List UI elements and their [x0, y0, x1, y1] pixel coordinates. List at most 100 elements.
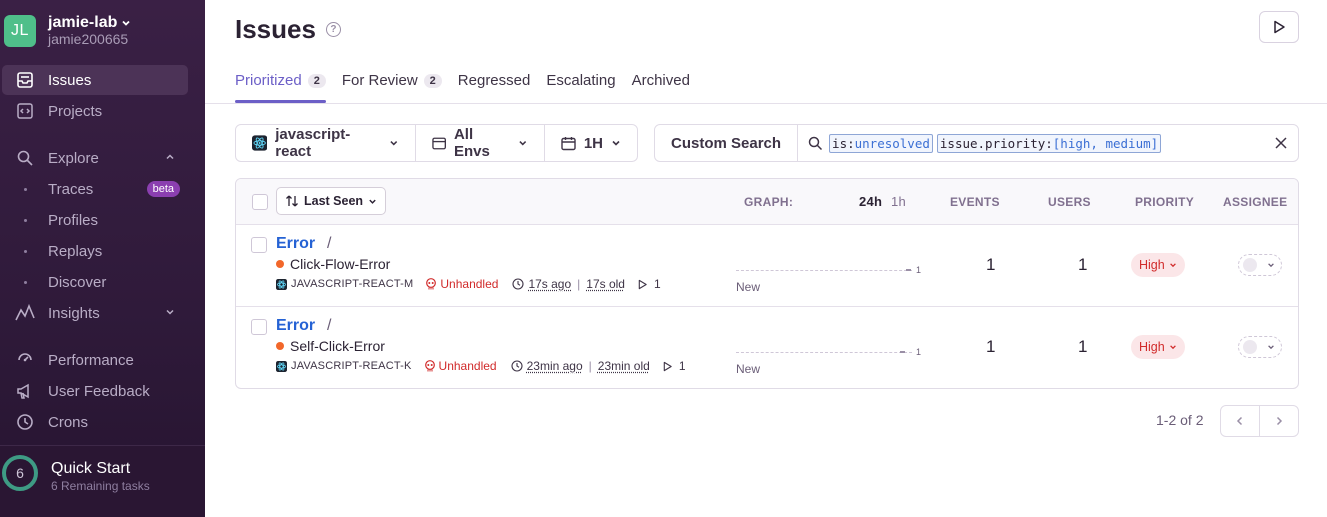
users-count[interactable]: 1: [1078, 337, 1087, 357]
unhandled-label: Unhandled: [440, 277, 499, 291]
issue-title-slash: /: [327, 235, 332, 252]
sidebar-item-profiles[interactable]: Profiles: [2, 205, 188, 235]
assignee-header: ASSIGNEE: [1223, 195, 1288, 209]
sort-dropdown[interactable]: Last Seen: [276, 187, 387, 215]
priority-label: High: [1139, 258, 1165, 272]
level-dot: [276, 342, 284, 350]
priority-dropdown[interactable]: High: [1131, 253, 1185, 277]
graph-1h-toggle[interactable]: 1h: [891, 194, 906, 209]
tab-prioritized[interactable]: Prioritized 2: [235, 72, 326, 103]
project-filter[interactable]: javascript-react: [236, 125, 416, 161]
chevron-right-icon: [1276, 416, 1283, 426]
issue-times: 23min ago | 23min old: [511, 359, 650, 373]
window-icon: [431, 137, 446, 149]
chevron-down-icon: [166, 309, 174, 315]
sidebar-item-traces[interactable]: Traces beta: [2, 174, 188, 204]
tab-for-review[interactable]: For Review 2: [342, 72, 442, 103]
next-page-button[interactable]: [1260, 406, 1298, 436]
chevron-down-icon: [612, 140, 620, 146]
replay-count-value: 1: [678, 359, 686, 373]
environment-filter[interactable]: All Envs: [416, 125, 545, 161]
issue-short-id[interactable]: JAVASCRIPT-REACT-M: [291, 278, 413, 290]
sidebar-item-issues[interactable]: Issues: [2, 65, 188, 95]
token-key: issue.priority:: [939, 135, 1053, 151]
issue-title-link[interactable]: Error: [276, 317, 315, 335]
sidebar-item-label: Traces: [48, 180, 94, 198]
issue-tabs: Prioritized 2 For Review 2 Regressed Esc…: [235, 72, 690, 103]
chart-line-icon: [2, 304, 48, 322]
sidebar-item-label: User Feedback: [48, 382, 150, 400]
previous-page-button[interactable]: [1221, 406, 1260, 436]
unhandled-badge: Unhandled: [424, 359, 497, 373]
issue-title-link[interactable]: Error: [276, 235, 315, 253]
row-checkbox[interactable]: [251, 319, 267, 335]
beta-badge: beta: [146, 181, 180, 197]
sidebar-item-replays[interactable]: Replays: [2, 236, 188, 266]
help-icon[interactable]: ?: [325, 22, 341, 37]
sidebar-item-label: Performance: [48, 351, 134, 369]
token-value: [high, medium]: [1052, 135, 1159, 151]
sidebar-item-label: Discover: [48, 273, 107, 291]
clock-icon: [512, 278, 524, 290]
sidebar-item-discover[interactable]: Discover: [2, 267, 188, 297]
org-switcher[interactable]: JL jamie-lab jamie200665: [4, 14, 131, 48]
tab-label: Escalating: [546, 72, 616, 89]
close-icon[interactable]: [1274, 136, 1288, 150]
chevron-down-icon: [1169, 263, 1176, 268]
sidebar-item-performance[interactable]: Performance: [2, 345, 188, 375]
issue-meta: JAVASCRIPT-REACT-K Unhandled 23min ago | 2…: [276, 359, 686, 373]
sort-icon: [286, 195, 298, 207]
lightning-icon: [2, 351, 48, 369]
token-key: is:: [832, 135, 855, 151]
level-dot: [276, 260, 284, 268]
org-username: jamie200665: [48, 31, 129, 47]
chevron-down-icon: [122, 20, 130, 26]
tab-regressed[interactable]: Regressed: [458, 72, 531, 103]
play-button[interactable]: [1259, 11, 1299, 43]
skull-icon: [424, 360, 435, 372]
priority-dropdown[interactable]: High: [1131, 335, 1185, 359]
tab-archived[interactable]: Archived: [632, 72, 690, 103]
page-header: Issues ?: [235, 14, 341, 45]
quick-start-progress: 6: [2, 455, 38, 491]
pagination-caption: 1-2 of 2: [1156, 412, 1204, 428]
quick-start-subtitle: 6 Remaining tasks: [51, 479, 150, 493]
sidebar-item-insights[interactable]: Insights: [2, 298, 188, 328]
date-filter[interactable]: 1H: [545, 125, 637, 161]
tab-escalating[interactable]: Escalating: [546, 72, 615, 103]
custom-search-button[interactable]: Custom Search: [655, 125, 799, 161]
sidebar-item-crons[interactable]: Crons: [2, 407, 188, 437]
issue-meta: JAVASCRIPT-REACT-M Unhandled 17s ago | 17s…: [276, 277, 661, 291]
events-count[interactable]: 1: [986, 255, 995, 275]
sparkline-max: 1: [916, 347, 922, 357]
graph-header: GRAPH:: [744, 195, 794, 209]
issue-search-bar[interactable]: Custom Search is:unresolved issue.priori…: [654, 124, 1299, 162]
events-count[interactable]: 1: [986, 337, 995, 357]
sidebar-item-user-feedback[interactable]: User Feedback: [2, 376, 188, 406]
search-token-priority[interactable]: issue.priority:[high, medium]: [936, 133, 1162, 153]
table-row[interactable]: Error / Click-Flow-Error JAVASCRIPT-REAC…: [236, 225, 1298, 307]
search-token-status[interactable]: is:unresolved: [829, 133, 933, 153]
assignee-selector[interactable]: [1238, 336, 1282, 358]
issues-table: Last Seen GRAPH: 24h 1h EVENTS USERS PRI…: [235, 178, 1299, 389]
issue-title-slash: /: [327, 317, 332, 334]
replay-count[interactable]: 1: [637, 277, 661, 291]
replay-count[interactable]: 1: [662, 359, 686, 373]
table-row[interactable]: Error / Self-Click-Error JAVASCRIPT-REAC…: [236, 307, 1298, 388]
quick-start-panel[interactable]: 6 Quick Start 6 Remaining tasks: [0, 445, 205, 517]
priority-label: High: [1139, 340, 1165, 354]
skull-icon: [426, 278, 437, 290]
issue-short-id[interactable]: JAVASCRIPT-REACT-K: [291, 360, 412, 372]
play-icon: [663, 361, 672, 371]
sidebar-item-projects[interactable]: Projects: [2, 96, 188, 126]
sidebar-item-explore[interactable]: Explore: [2, 143, 188, 173]
select-all-checkbox[interactable]: [252, 194, 268, 210]
graph-24h-toggle[interactable]: 24h: [859, 194, 882, 209]
assignee-selector[interactable]: [1238, 254, 1282, 276]
tab-label: Archived: [631, 72, 690, 89]
row-checkbox[interactable]: [251, 237, 267, 253]
new-badge: New: [736, 280, 761, 294]
tab-count: 2: [307, 74, 326, 88]
inbox-icon: [2, 71, 48, 89]
users-count[interactable]: 1: [1078, 255, 1087, 275]
